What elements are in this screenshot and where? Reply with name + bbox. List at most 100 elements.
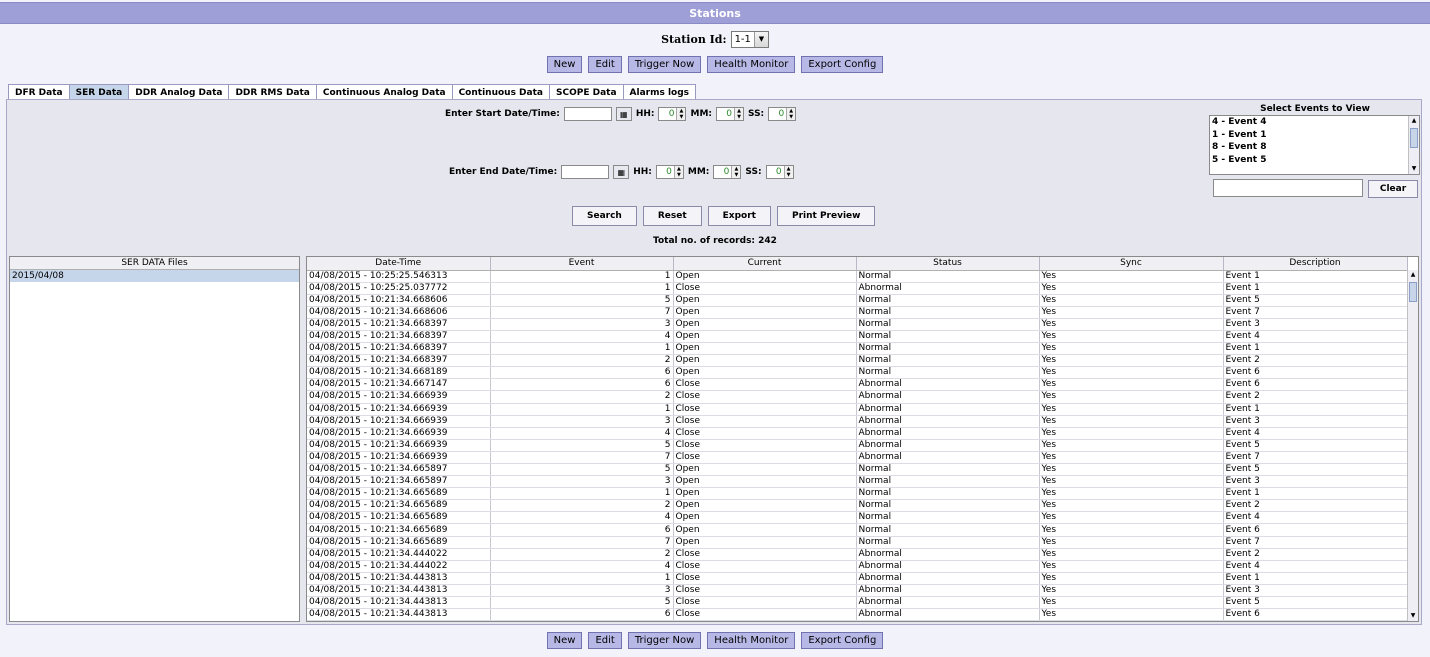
- scroll-thumb[interactable]: [1410, 128, 1418, 148]
- start-ss-label: SS:: [748, 109, 765, 119]
- events-list[interactable]: 4 - Event 4 1 - Event 1 8 - Event 8 5 - …: [1209, 115, 1420, 175]
- cell-status: Normal: [856, 536, 1040, 549]
- search-button[interactable]: Search: [572, 206, 637, 226]
- scroll-up-icon[interactable]: ▲: [1408, 270, 1418, 280]
- list-item[interactable]: 8 - Event 8: [1210, 141, 1419, 154]
- table-row[interactable]: 04/08/2015 - 10:21:34.444022 2 Close Abnorm…: [307, 548, 1408, 561]
- col-event[interactable]: Event: [490, 257, 674, 271]
- tab-dfr-data[interactable]: DFR Data: [8, 84, 70, 100]
- tab-continuous-analog-data[interactable]: Continuous Analog Data: [315, 84, 453, 100]
- table-row[interactable]: 04/08/2015 - 10:21:34.443813 3 Close Abnorm…: [307, 584, 1408, 598]
- start-ss-spinner[interactable]: 0 ▲ ▼: [768, 107, 797, 121]
- col-sync[interactable]: Sync: [1039, 257, 1224, 271]
- scroll-down-icon[interactable]: ▼: [1409, 164, 1419, 174]
- table-row[interactable]: 04/08/2015 - 10:21:34.665689 2 Open Normal Y…: [307, 499, 1408, 513]
- spinner-arrows-icon[interactable]: ▲ ▼: [734, 108, 743, 120]
- cell-sync: Yes: [1039, 511, 1224, 525]
- table-row[interactable]: 04/08/2015 - 10:21:34.444022 4 Close Abnorm…: [307, 560, 1408, 573]
- table-row[interactable]: 04/08/2015 - 10:21:34.666939 7 Close Abnorm…: [307, 451, 1408, 465]
- table-row[interactable]: 04/08/2015 - 10:21:34.665689 6 Open Normal Y…: [307, 523, 1408, 537]
- scroll-down-icon[interactable]: ▼: [1408, 611, 1418, 621]
- table-row[interactable]: 04/08/2015 - 10:21:34.665897 5 Open Normal Y…: [307, 463, 1408, 477]
- table-row[interactable]: 04/08/2015 - 10:25:25.546313 1 Open Normal Y…: [307, 270, 1408, 283]
- table-row[interactable]: 04/08/2015 - 10:25:25.037772 1 Close Abnorm…: [307, 282, 1408, 295]
- print-preview-button[interactable]: Print Preview: [776, 206, 876, 226]
- table-row[interactable]: 04/08/2015 - 10:21:34.667147 6 Close Abnorm…: [307, 378, 1408, 392]
- tab-alarms-logs[interactable]: Alarms logs: [622, 84, 697, 100]
- export-config-button[interactable]: Export Config: [801, 632, 884, 649]
- events-scrollbar[interactable]: ▲ ▼: [1408, 116, 1419, 174]
- list-item[interactable]: 5 - Event 5: [1210, 154, 1419, 167]
- tab-scope-data[interactable]: SCOPE Data: [548, 84, 624, 100]
- table-row[interactable]: 04/08/2015 - 10:21:34.665897 3 Open Normal Y…: [307, 475, 1408, 489]
- cell-current: Close: [673, 403, 857, 416]
- cell-event: 6: [490, 366, 674, 380]
- cell-date-time: 04/08/2015 - 10:21:34.665689: [307, 487, 491, 501]
- table-scrollbar[interactable]: ▲ ▼: [1407, 270, 1418, 621]
- trigger-now-button[interactable]: Trigger Now: [627, 632, 702, 649]
- start-date-input[interactable]: [563, 107, 612, 121]
- spinner-arrows-icon[interactable]: ▲ ▼: [676, 108, 686, 120]
- spinner-arrows-icon[interactable]: ▲ ▼: [731, 166, 741, 178]
- export-config-button[interactable]: Export Config: [801, 56, 884, 73]
- end-mm-spinner[interactable]: 0 ▲ ▼: [713, 165, 742, 179]
- table-row[interactable]: 04/08/2015 - 10:21:34.668397 1 Open Normal Y…: [307, 342, 1408, 356]
- health-monitor-button[interactable]: Health Monitor: [707, 632, 796, 649]
- cell-description: Event 2: [1223, 548, 1408, 561]
- table-row[interactable]: 04/08/2015 - 10:21:34.668606 5 Open Normal Y…: [307, 294, 1408, 307]
- col-description[interactable]: Description: [1223, 257, 1408, 271]
- calendar-icon[interactable]: ▦: [615, 107, 632, 121]
- table-row[interactable]: 04/08/2015 - 10:21:34.443813 6 Close Abnorm…: [307, 608, 1408, 621]
- export-button[interactable]: Export: [707, 206, 771, 226]
- table-row[interactable]: 04/08/2015 - 10:21:34.668397 3 Open Normal Y…: [307, 318, 1408, 331]
- start-hh-spinner[interactable]: 0 ▲ ▼: [658, 107, 687, 121]
- table-row[interactable]: 04/08/2015 - 10:21:34.668397 4 Open Normal Y…: [307, 330, 1408, 344]
- start-mm-spinner[interactable]: 0 ▲ ▼: [716, 107, 744, 121]
- table-row[interactable]: 04/08/2015 - 10:21:34.443813 1 Close Abnorm…: [307, 572, 1408, 585]
- station-id-combo[interactable]: 1-1 ▼: [730, 30, 769, 48]
- table-row[interactable]: 04/08/2015 - 10:21:34.668189 6 Open Normal Y…: [307, 366, 1408, 380]
- end-ss-spinner[interactable]: 0 ▲ ▼: [765, 165, 794, 179]
- col-status[interactable]: Status: [856, 257, 1040, 271]
- cell-date-time: 04/08/2015 - 10:21:34.665689: [307, 523, 491, 537]
- calendar-icon[interactable]: ▦: [613, 165, 630, 179]
- health-monitor-button[interactable]: Health Monitor: [707, 56, 796, 73]
- scroll-up-icon[interactable]: ▲: [1409, 116, 1419, 126]
- table-row[interactable]: 04/08/2015 - 10:21:34.665689 4 Open Normal Y…: [307, 511, 1408, 525]
- tab-ser-data[interactable]: SER Data: [68, 84, 130, 100]
- table-row[interactable]: 04/08/2015 - 10:21:34.666939 5 Close Abnorm…: [307, 439, 1408, 452]
- tab-ddr-rms-data[interactable]: DDR RMS Data: [228, 84, 317, 100]
- edit-button[interactable]: Edit: [588, 632, 622, 649]
- new-button[interactable]: New: [546, 56, 583, 73]
- table-row[interactable]: 04/08/2015 - 10:21:34.665689 1 Open Normal Y…: [307, 487, 1408, 501]
- tab-ddr-analog-data[interactable]: DDR Analog Data: [128, 84, 230, 100]
- spinner-arrows-icon[interactable]: ▲ ▼: [786, 108, 796, 120]
- cell-description: Event 6: [1223, 523, 1408, 537]
- table-row[interactable]: 04/08/2015 - 10:21:34.443813 5 Close Abnorm…: [307, 596, 1408, 610]
- table-row[interactable]: 04/08/2015 - 10:21:34.666939 4 Close Abnorm…: [307, 427, 1408, 440]
- chevron-down-icon[interactable]: ▼: [753, 31, 768, 47]
- table-row[interactable]: 04/08/2015 - 10:21:34.666939 3 Close Abnorm…: [307, 415, 1408, 428]
- reset-button[interactable]: Reset: [642, 206, 702, 226]
- scroll-thumb[interactable]: [1409, 282, 1417, 302]
- trigger-now-button[interactable]: Trigger Now: [627, 56, 702, 73]
- clear-button[interactable]: Clear: [1368, 180, 1418, 198]
- end-hh-spinner[interactable]: 0 ▲ ▼: [655, 165, 684, 179]
- col-current[interactable]: Current: [673, 257, 857, 271]
- spinner-arrows-icon[interactable]: ▲ ▼: [783, 166, 793, 178]
- edit-button[interactable]: Edit: [588, 56, 622, 73]
- list-item[interactable]: 1 - Event 1: [1210, 129, 1419, 142]
- table-row[interactable]: 04/08/2015 - 10:21:34.668606 7 Open Normal Y…: [307, 306, 1408, 319]
- events-filter-input[interactable]: [1213, 179, 1363, 197]
- end-date-input[interactable]: [561, 165, 610, 179]
- new-button[interactable]: New: [546, 632, 583, 649]
- table-row[interactable]: 04/08/2015 - 10:21:34.665689 7 Open Normal Y…: [307, 536, 1408, 549]
- table-row[interactable]: 04/08/2015 - 10:21:34.666939 1 Close Abnorm…: [307, 403, 1408, 416]
- col-date-time[interactable]: Date-Time: [307, 257, 491, 271]
- table-row[interactable]: 04/08/2015 - 10:21:34.666939 2 Close Abnorm…: [307, 390, 1408, 404]
- list-item[interactable]: 4 - Event 4: [1210, 116, 1419, 129]
- list-item[interactable]: 2015/04/08: [10, 270, 299, 282]
- tab-continuous-data[interactable]: Continuous Data: [451, 84, 550, 100]
- table-row[interactable]: 04/08/2015 - 10:21:34.668397 2 Open Normal Y…: [307, 354, 1408, 368]
- spinner-arrows-icon[interactable]: ▲ ▼: [673, 166, 683, 178]
